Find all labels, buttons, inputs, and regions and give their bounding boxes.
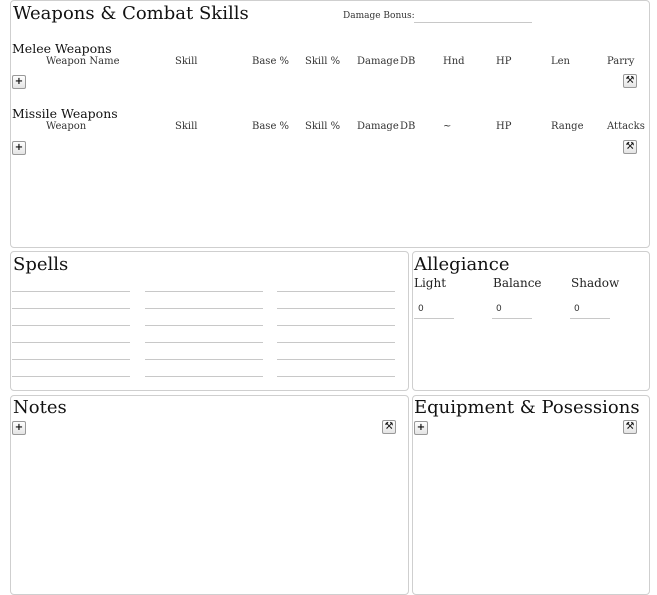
missile-add-button[interactable]: + bbox=[12, 141, 26, 155]
melee-col-len: Len bbox=[551, 56, 570, 67]
allegiance-balance-label: Balance bbox=[493, 276, 542, 290]
plus-icon: + bbox=[14, 76, 24, 87]
melee-col-base: Base % bbox=[252, 56, 290, 67]
allegiance-shadow-input[interactable] bbox=[570, 300, 610, 319]
spells-title: Spells bbox=[13, 254, 69, 275]
damage-bonus-label: Damage Bonus: bbox=[343, 11, 415, 21]
melee-col-skill: Skill bbox=[175, 56, 198, 67]
spell-line[interactable] bbox=[277, 376, 395, 377]
notes-add-button[interactable]: + bbox=[12, 421, 26, 435]
missile-col-attacks: Attacks bbox=[607, 121, 645, 132]
missile-col-hp: HP bbox=[496, 121, 512, 132]
melee-col-hp: HP bbox=[496, 56, 512, 67]
melee-add-button[interactable]: + bbox=[12, 75, 26, 89]
melee-col-db: DB bbox=[400, 56, 416, 67]
spell-line[interactable] bbox=[277, 308, 395, 309]
spell-line[interactable] bbox=[145, 291, 263, 292]
spells-panel bbox=[10, 251, 409, 391]
missile-col-skill: Skill bbox=[175, 121, 198, 132]
notes-edit-button[interactable]: ⚒ bbox=[382, 420, 396, 434]
equipment-add-button[interactable]: + bbox=[414, 421, 428, 435]
weapons-title: Weapons & Combat Skills bbox=[13, 3, 249, 24]
missile-edit-button[interactable]: ⚒ bbox=[623, 140, 637, 154]
spell-line[interactable] bbox=[277, 325, 395, 326]
notes-panel bbox=[10, 395, 409, 595]
plus-icon: + bbox=[416, 422, 426, 433]
melee-col-skill-pct: Skill % bbox=[305, 56, 341, 67]
spell-line[interactable] bbox=[12, 342, 130, 343]
tools-icon: ⚒ bbox=[625, 421, 635, 432]
missile-col-base: Base % bbox=[252, 121, 290, 132]
melee-edit-button[interactable]: ⚒ bbox=[623, 74, 637, 88]
allegiance-light-label: Light bbox=[414, 276, 447, 290]
melee-weapons-title: Melee Weapons bbox=[12, 41, 112, 56]
spell-line[interactable] bbox=[145, 325, 263, 326]
allegiance-shadow-label: Shadow bbox=[571, 276, 620, 290]
spell-line[interactable] bbox=[145, 342, 263, 343]
tools-icon: ⚒ bbox=[625, 141, 635, 152]
notes-title: Notes bbox=[13, 397, 67, 418]
melee-col-weapon-name: Weapon Name bbox=[46, 56, 120, 67]
missile-col-range: Range bbox=[551, 121, 584, 132]
missile-col-db: DB bbox=[400, 121, 416, 132]
spell-line[interactable] bbox=[145, 359, 263, 360]
allegiance-balance-input[interactable] bbox=[492, 300, 532, 319]
missile-col-weapon: Weapon bbox=[46, 121, 87, 132]
tools-icon: ⚒ bbox=[384, 421, 394, 432]
equipment-title: Equipment & Posessions bbox=[414, 397, 640, 418]
melee-col-hnd: Hnd bbox=[443, 56, 465, 67]
missile-col-damage: Damage bbox=[357, 121, 399, 132]
tools-icon: ⚒ bbox=[625, 75, 635, 86]
missile-col-skill-pct: Skill % bbox=[305, 121, 341, 132]
allegiance-light-input[interactable] bbox=[414, 300, 454, 319]
melee-col-damage: Damage bbox=[357, 56, 399, 67]
spell-line[interactable] bbox=[12, 325, 130, 326]
equipment-panel bbox=[412, 395, 650, 595]
spell-line[interactable] bbox=[145, 308, 263, 309]
missile-weapons-title: Missile Weapons bbox=[12, 106, 118, 121]
spell-line[interactable] bbox=[277, 291, 395, 292]
damage-bonus-input[interactable] bbox=[414, 8, 532, 23]
melee-col-parry: Parry bbox=[607, 56, 635, 67]
spell-line[interactable] bbox=[145, 376, 263, 377]
allegiance-title: Allegiance bbox=[414, 254, 510, 275]
spell-line[interactable] bbox=[12, 359, 130, 360]
spell-line[interactable] bbox=[277, 359, 395, 360]
spell-line[interactable] bbox=[277, 342, 395, 343]
spell-line[interactable] bbox=[12, 291, 130, 292]
missile-col-tilde: ~ bbox=[443, 121, 452, 132]
equipment-edit-button[interactable]: ⚒ bbox=[623, 420, 637, 434]
plus-icon: + bbox=[14, 142, 24, 153]
plus-icon: + bbox=[14, 422, 24, 433]
spell-line[interactable] bbox=[12, 376, 130, 377]
spell-line[interactable] bbox=[12, 308, 130, 309]
